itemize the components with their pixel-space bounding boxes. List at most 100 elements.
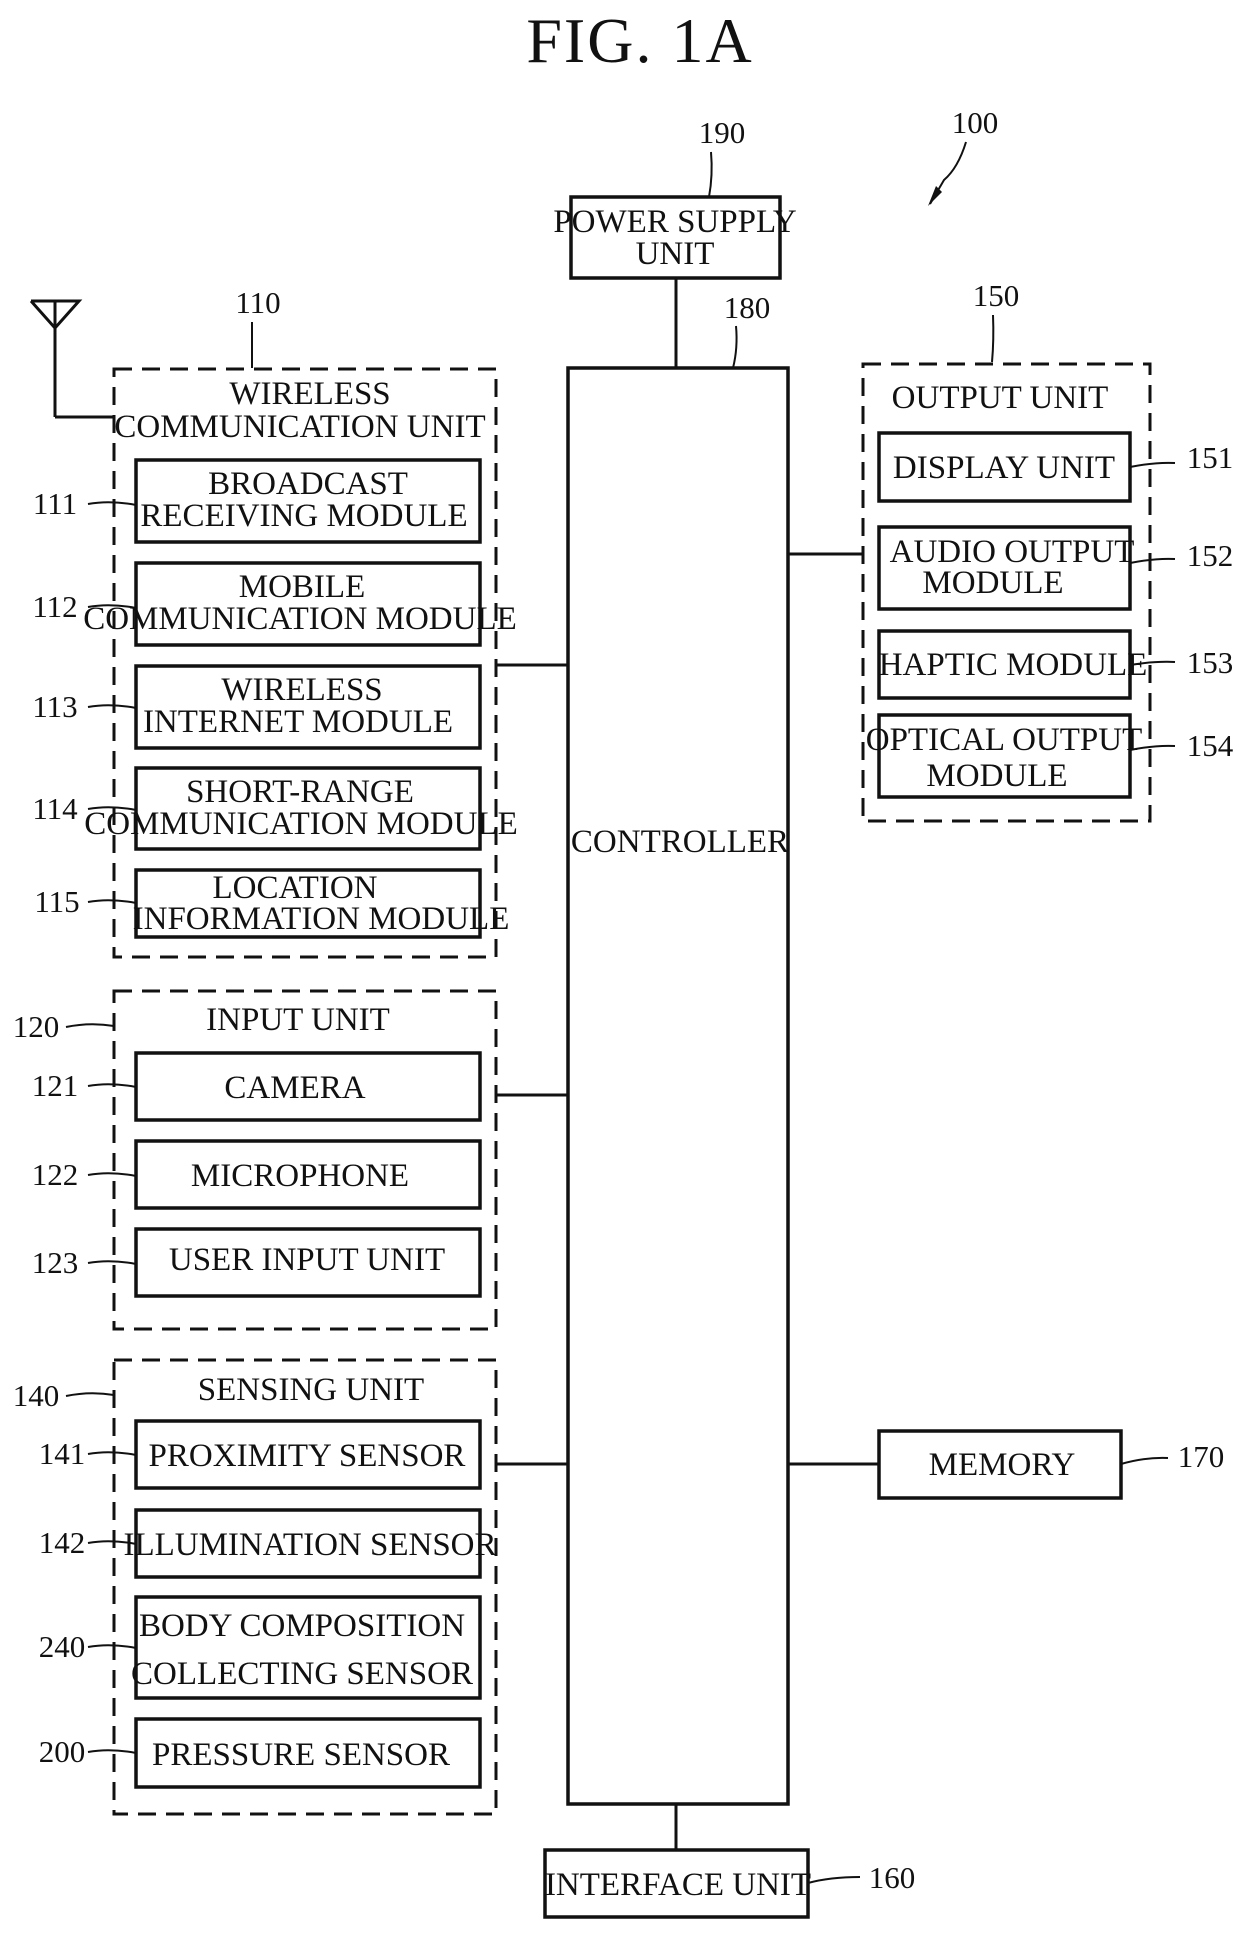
module-pressure-sensor: 200 PRESSURE SENSOR [39, 1717, 482, 1789]
controller: 180 CONTROLLER [566, 290, 790, 1806]
module-display-unit: DISPLAY UNIT 151 [877, 431, 1234, 503]
module-label-line2: INFORMATION MODULE [133, 901, 510, 937]
module-ref: 154 [1187, 728, 1234, 763]
module-label-line1: BODY COMPOSITION [139, 1608, 465, 1644]
module-label-line1: OPTICAL OUTPUT [866, 722, 1143, 758]
controller-ref: 180 [724, 290, 771, 325]
module-label: ILLUMINATION SENSOR [123, 1527, 496, 1563]
input-unit-ref: 120 [13, 1009, 60, 1044]
module-proximity-sensor: 141 PROXIMITY SENSOR [39, 1419, 482, 1490]
module-ref: 111 [33, 486, 77, 521]
controller-box [566, 366, 790, 1806]
power-supply-label-line2: UNIT [636, 236, 715, 272]
power-supply-ref: 190 [699, 115, 746, 150]
memory: MEMORY 170 [877, 1429, 1225, 1500]
module-ref: 123 [32, 1245, 79, 1280]
leader-line [732, 325, 738, 369]
device-ref-label: 100 [952, 105, 999, 140]
power-supply-label-line1: POWER SUPPLY [553, 204, 796, 240]
memory-label: MEMORY [929, 1447, 1076, 1483]
module-ref: 151 [1187, 440, 1234, 475]
module-location-information: 115 LOCATION INFORMATION MODULE [34, 868, 510, 939]
sensing-unit: 140 SENSING UNIT 141 PROXIMITY SENSOR 14… [13, 1358, 498, 1816]
interface-unit: INTERFACE UNIT 160 [543, 1848, 916, 1919]
module-label-line1: WIRELESS [221, 672, 382, 708]
module-ref: 141 [39, 1436, 86, 1471]
module-illumination-sensor: 142 ILLUMINATION SENSOR [39, 1508, 497, 1579]
module-label-line2: RECEIVING MODULE [140, 498, 467, 534]
module-label-line1: BROADCAST [208, 466, 408, 502]
leader-line [87, 1749, 137, 1754]
module-microphone: 122 MICROPHONE [32, 1139, 482, 1210]
module-ref: 240 [39, 1629, 86, 1664]
module-camera: 121 CAMERA [32, 1051, 482, 1122]
interface-ref: 160 [869, 1860, 916, 1895]
module-ref: 115 [34, 884, 79, 919]
leader-line [87, 501, 137, 506]
antenna-icon [29, 299, 114, 419]
leader-line [87, 1451, 137, 1456]
module-label: PRESSURE SENSOR [152, 1737, 450, 1773]
module-audio-output: AUDIO OUTPUT MODULE 152 [877, 525, 1234, 611]
module-label: CAMERA [224, 1070, 365, 1106]
leader-line [1129, 557, 1176, 564]
leader-line [1120, 1456, 1169, 1465]
power-supply-unit: 190 POWER SUPPLY UNIT [553, 115, 797, 280]
leader-line [87, 1083, 137, 1088]
module-optical-output: OPTICAL OUTPUT MODULE 154 [866, 713, 1234, 799]
wireless-communication-unit: 110 WIRELESS COMMUNICATION UNIT 111 BROA… [32, 285, 518, 959]
output-unit: 150 OUTPUT UNIT DISPLAY UNIT 151 AUDIO O… [861, 278, 1234, 823]
device-ref-group: 100 [928, 105, 998, 206]
leader-line [65, 1023, 115, 1028]
module-user-input: 123 USER INPUT UNIT [32, 1227, 482, 1298]
module-broadcast-receiving: 111 BROADCAST RECEIVING MODULE [33, 458, 482, 544]
leader-line [991, 314, 995, 363]
block-diagram: FIG. 1A 100 190 POWER SUPPLY UNIT 180 CO… [13, 5, 1234, 1919]
input-unit-title: INPUT UNIT [206, 1002, 390, 1038]
module-label-line2: MODULE [922, 565, 1063, 601]
leader-line [1129, 461, 1176, 468]
leader-line [87, 1172, 137, 1177]
input-unit: 120 INPUT UNIT 121 CAMERA 122 MICROPHONE… [13, 989, 498, 1331]
wireless-unit-title-line1: WIRELESS [229, 376, 390, 412]
module-label-line1: MOBILE [239, 569, 366, 605]
module-ref: 152 [1187, 538, 1234, 573]
module-ref: 200 [39, 1734, 86, 1769]
leader-line [708, 151, 713, 198]
module-label: DISPLAY UNIT [893, 450, 1115, 486]
module-ref: 113 [32, 689, 77, 724]
module-wireless-internet: 113 WIRELESS INTERNET MODULE [32, 664, 482, 750]
controller-label: CONTROLLER [571, 824, 789, 860]
wireless-unit-title-line2: COMMUNICATION UNIT [114, 409, 485, 445]
module-ref: 121 [32, 1068, 79, 1103]
module-body-composition-sensor: 240 BODY COMPOSITION COLLECTING SENSOR [39, 1595, 482, 1700]
module-label: PROXIMITY SENSOR [149, 1438, 466, 1474]
module-label-line2: COLLECTING SENSOR [131, 1656, 473, 1692]
module-label-line2: MODULE [926, 758, 1067, 794]
output-unit-ref: 150 [973, 278, 1020, 313]
wireless-unit-ref: 110 [235, 285, 280, 320]
leader-line [87, 899, 137, 904]
module-label-line1: SHORT-RANGE [186, 774, 414, 810]
figure-title: FIG. 1A [526, 5, 753, 76]
leader-line [87, 1644, 137, 1649]
module-haptic: HAPTIC MODULE 153 [877, 629, 1234, 700]
module-label-line2: COMMUNICATION MODULE [84, 806, 518, 842]
module-ref: 153 [1187, 645, 1234, 680]
memory-ref: 170 [1178, 1439, 1225, 1474]
module-ref: 122 [32, 1157, 79, 1192]
sensing-unit-title: SENSING UNIT [198, 1372, 424, 1408]
leader-line [807, 1876, 861, 1884]
module-label-line2: COMMUNICATION MODULE [83, 601, 517, 637]
module-ref: 112 [32, 589, 77, 624]
leader-line [87, 704, 137, 709]
output-unit-title: OUTPUT UNIT [892, 380, 1109, 416]
module-ref: 114 [32, 791, 78, 826]
module-ref: 142 [39, 1525, 86, 1560]
module-label: HAPTIC MODULE [879, 647, 1148, 683]
module-label-line2: INTERNET MODULE [143, 704, 453, 740]
module-label: USER INPUT UNIT [169, 1242, 445, 1278]
module-mobile-communication: 112 MOBILE COMMUNICATION MODULE [32, 561, 517, 647]
interface-label: INTERFACE UNIT [545, 1867, 811, 1903]
leader-line [87, 1260, 137, 1265]
